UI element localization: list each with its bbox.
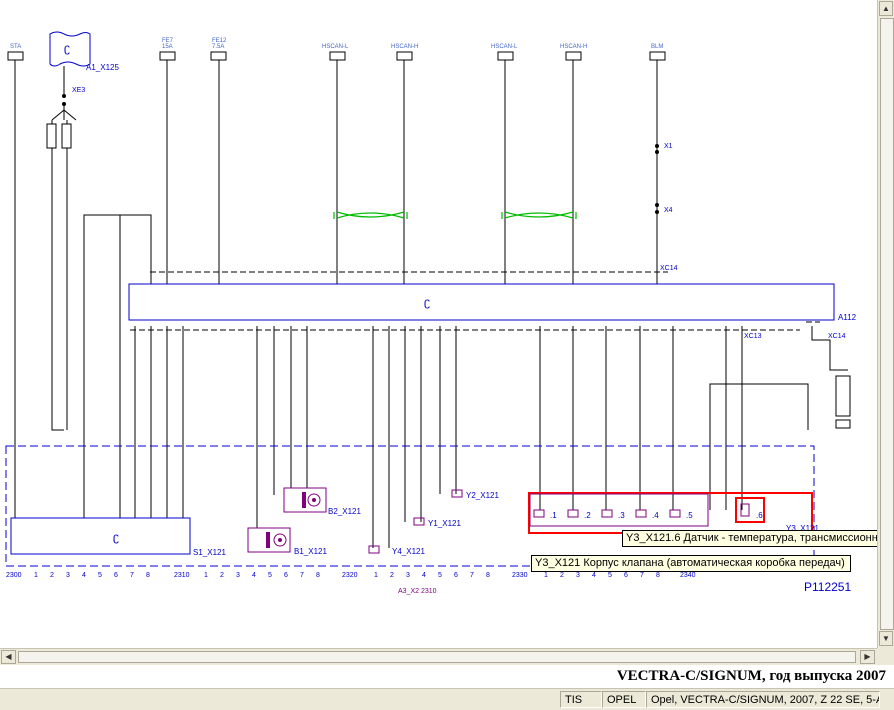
status-vehicle: Opel, VECTRA-C/SIGNUM, 2007, Z 22 SE, 5-… [646, 691, 880, 708]
svg-text:2: 2 [560, 572, 564, 579]
status-make: OPEL [602, 691, 646, 708]
vertical-scrollbar[interactable]: ▲ ▼ [877, 0, 894, 648]
svg-text:3: 3 [576, 572, 580, 579]
x4-label: X4 [664, 207, 673, 214]
label-blm: BLM [651, 44, 663, 50]
bottom-ref: A3_X2 2310 [398, 588, 437, 595]
a112-symbol: ʗ [424, 295, 430, 309]
scroll-left-icon[interactable]: ◀ [1, 650, 16, 664]
svg-text:8: 8 [656, 572, 660, 579]
label-hscan-h-1: HSCAN-H [391, 44, 418, 50]
xc14b-label: XC14 [828, 333, 846, 340]
label-sta: STA [10, 44, 21, 50]
fuse-fe12: 7.5A [212, 44, 224, 50]
can-twisted-pairs [333, 211, 577, 219]
label-hscan-l-2: HSCAN-L [491, 44, 518, 50]
x1-label: X1 [664, 143, 673, 150]
svg-text:3: 3 [406, 572, 410, 579]
b2-label: B2_X121 [328, 507, 361, 516]
horizontal-scroll-thumb[interactable] [18, 651, 856, 663]
b1-label: B1_X121 [294, 547, 327, 556]
xc13-label: XC13 [744, 333, 762, 340]
document-title: VECTRA-C/SIGNUM, год выпуска 2007 [616, 668, 886, 684]
b1-sensor[interactable] [247, 527, 291, 553]
svg-text:5: 5 [438, 572, 442, 579]
svg-text:3: 3 [66, 572, 70, 579]
y3-5-label: .5 [686, 511, 693, 520]
svg-text:7: 7 [300, 572, 304, 579]
y3-solenoid-block [529, 493, 709, 527]
s1-symbol: ʗ [113, 530, 119, 544]
s1-label: S1_X121 [193, 548, 226, 557]
svg-text:7: 7 [130, 572, 134, 579]
svg-text:2: 2 [50, 572, 54, 579]
fuse-fe7: 15A [162, 44, 173, 50]
svg-text:4: 4 [252, 572, 256, 579]
svg-text:4: 4 [592, 572, 596, 579]
b2-sensor[interactable] [283, 487, 327, 513]
horizontal-scrollbar[interactable]: ◀ ▶ [0, 648, 877, 665]
a112-module[interactable] [128, 283, 835, 321]
label-hscan-h-2: HSCAN-H [560, 44, 587, 50]
scroll-up-icon[interactable]: ▲ [879, 1, 893, 16]
svg-text:7: 7 [640, 572, 644, 579]
y4-label: Y4_X121 [392, 547, 425, 556]
ground-bus: 2300 1 2 3 4 5 6 7 8 2310 1 2 3 4 5 6 7 … [6, 572, 696, 579]
svg-text:6: 6 [284, 572, 288, 579]
svg-text:4: 4 [422, 572, 426, 579]
svg-text:4: 4 [82, 572, 86, 579]
a1-component-shape[interactable] [49, 31, 91, 67]
status-bar: TIS OPEL Opel, VECTRA-C/SIGNUM, 2007, Z … [0, 688, 894, 710]
y3-6-label: .6 [756, 511, 763, 520]
y3-4-label: .4 [652, 511, 659, 520]
svg-text:3: 3 [236, 572, 240, 579]
y1-label: Y1_X121 [428, 519, 461, 528]
svg-text:1: 1 [204, 572, 208, 579]
y2-label: Y2_X121 [466, 491, 499, 500]
a1-symbol: ʗ [64, 41, 70, 55]
svg-text:2300: 2300 [6, 572, 22, 579]
svg-text:2: 2 [390, 572, 394, 579]
xc14-label: XC14 [660, 265, 678, 272]
tooltip-y3: Y3_X121 Корпус клапана (автоматическая к… [531, 555, 851, 572]
svg-text:2330: 2330 [512, 572, 528, 579]
a1-label: A1_X125 [86, 63, 119, 72]
status-app: TIS [560, 691, 602, 708]
svg-text:6: 6 [114, 572, 118, 579]
svg-text:7: 7 [470, 572, 474, 579]
scroll-right-icon[interactable]: ▶ [860, 650, 875, 664]
y3-2-label: .2 [584, 511, 591, 520]
svg-text:2310: 2310 [174, 572, 190, 579]
svg-text:5: 5 [268, 572, 272, 579]
y3-3-label: .3 [618, 511, 625, 520]
wiring-diagram[interactable]: STA FE7 15A FE12 7.5A HSCAN-L HSCAN-H HS… [0, 0, 880, 648]
svg-text:8: 8 [146, 572, 150, 579]
svg-text:5: 5 [608, 572, 612, 579]
y3-1-label: .1 [550, 511, 557, 520]
svg-text:2: 2 [220, 572, 224, 579]
scroll-down-icon[interactable]: ▼ [879, 631, 893, 646]
s1-component[interactable] [10, 517, 191, 555]
svg-text:1: 1 [544, 572, 548, 579]
top-connectors [7, 51, 666, 61]
svg-text:6: 6 [624, 572, 628, 579]
svg-text:2320: 2320 [342, 572, 358, 579]
svg-text:1: 1 [34, 572, 38, 579]
svg-text:8: 8 [316, 572, 320, 579]
vertical-scroll-thumb[interactable] [880, 18, 894, 630]
page-ref: P112251 [804, 580, 851, 594]
svg-text:6: 6 [454, 572, 458, 579]
svg-text:8: 8 [486, 572, 490, 579]
svg-text:1: 1 [374, 572, 378, 579]
svg-text:5: 5 [98, 572, 102, 579]
scroll-corner [877, 648, 894, 665]
svg-text:2340: 2340 [680, 572, 696, 579]
a112-label: A112 [838, 313, 857, 322]
label-hscan-l-1: HSCAN-L [322, 44, 349, 50]
xe3-label: XE3 [72, 87, 85, 94]
tooltip-y3-6: Y3_X121.6 Датчик - температура, трансмис… [622, 530, 880, 547]
